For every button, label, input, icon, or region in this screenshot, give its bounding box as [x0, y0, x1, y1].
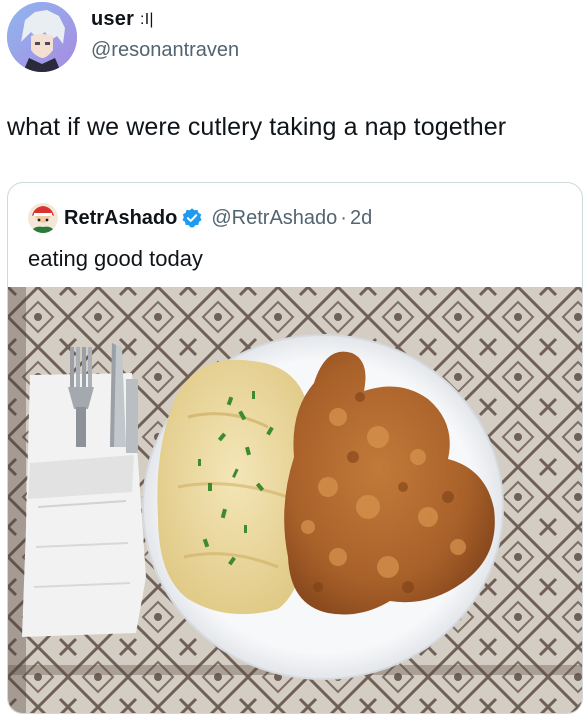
- quoted-timestamp[interactable]: 2d: [350, 207, 372, 230]
- quoted-display-name[interactable]: RetrAshado: [64, 207, 177, 230]
- quoted-separator: ·: [340, 206, 347, 229]
- author-avatar[interactable]: [7, 2, 77, 72]
- tweet-post: user :I| @resonantraven what if we were …: [0, 0, 586, 721]
- quoted-tweet-text: eating good today: [28, 246, 203, 271]
- tweet-author[interactable]: user :I| @resonantraven: [7, 2, 239, 72]
- quoted-handle[interactable]: @RetrAshado: [211, 207, 337, 230]
- author-name-glyph: :I|: [140, 10, 154, 28]
- tweet-text: what if we were cutlery taking a nap tog…: [7, 113, 507, 141]
- author-name-text: user: [91, 8, 135, 30]
- author-handle[interactable]: @resonantraven: [91, 39, 239, 62]
- quoted-author-avatar[interactable]: [28, 203, 58, 233]
- verified-badge-icon: [181, 207, 203, 229]
- quoted-tweet-card[interactable]: RetrAshado @RetrAshado · 2d eating good …: [7, 182, 583, 714]
- meal-photo-illustration: [8, 287, 582, 713]
- avatar-illustration: [7, 2, 77, 72]
- quoted-tweet-header: RetrAshado @RetrAshado · 2d: [28, 203, 372, 233]
- quoted-tweet-photo[interactable]: [8, 287, 582, 713]
- quoted-avatar-illustration: [28, 203, 58, 233]
- author-display-name[interactable]: user :I|: [91, 8, 239, 31]
